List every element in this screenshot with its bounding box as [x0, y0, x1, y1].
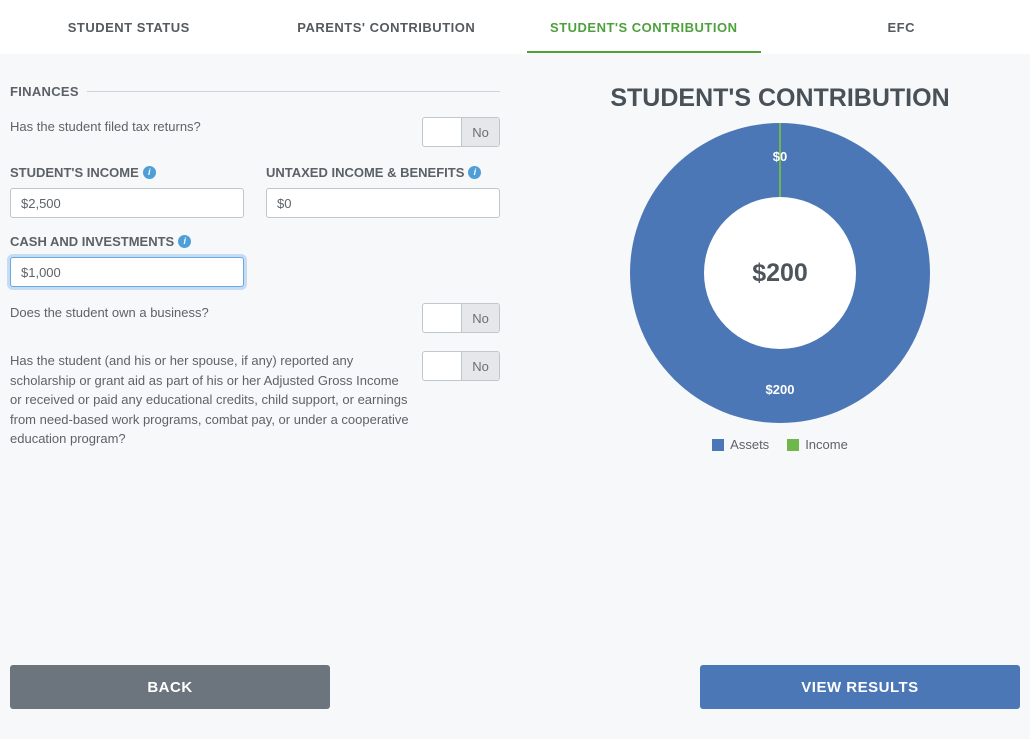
income-input[interactable] — [10, 188, 244, 218]
donut-center-value: $200 — [630, 123, 930, 423]
section-divider — [87, 91, 500, 92]
filed-returns-value: No — [461, 118, 499, 146]
info-icon[interactable]: i — [178, 235, 191, 248]
section-header: FINANCES — [10, 84, 500, 99]
legend-assets-label: Assets — [730, 437, 769, 452]
scholarship-toggle[interactable]: No — [422, 351, 500, 381]
cash-input[interactable] — [10, 257, 244, 287]
form-panel: FINANCES Has the student filed tax retur… — [0, 54, 510, 739]
info-icon[interactable]: i — [468, 166, 481, 179]
donut-chart: $0 $200 $200 — [630, 123, 930, 423]
owns-business-question: Does the student own a business? — [10, 303, 410, 323]
income-label-wrap: STUDENT'S INCOME i — [10, 165, 244, 180]
tab-bar: STUDENT STATUS PARENTS' CONTRIBUTION STU… — [0, 0, 1030, 54]
untaxed-input[interactable] — [266, 188, 500, 218]
cash-label-wrap: CASH AND INVESTMENTS i — [10, 234, 244, 249]
legend-income-label: Income — [805, 437, 848, 452]
filed-returns-question: Has the student filed tax returns? — [10, 117, 410, 137]
tab-parents-contribution[interactable]: PARENTS' CONTRIBUTION — [258, 0, 516, 53]
row-income: STUDENT'S INCOME i UNTAXED INCOME & BENE… — [10, 165, 500, 218]
legend-item-income: Income — [787, 437, 848, 452]
back-button[interactable]: BACK — [10, 665, 330, 709]
swatch-income — [787, 439, 799, 451]
tab-student-status[interactable]: STUDENT STATUS — [0, 0, 258, 53]
cash-label: CASH AND INVESTMENTS — [10, 234, 174, 249]
filed-returns-toggle[interactable]: No — [422, 117, 500, 147]
main-area: FINANCES Has the student filed tax retur… — [0, 54, 1030, 739]
row-scholarship: Has the student (and his or her spouse, … — [10, 351, 500, 449]
scholarship-question: Has the student (and his or her spouse, … — [10, 351, 410, 449]
legend-item-assets: Assets — [712, 437, 769, 452]
income-label: STUDENT'S INCOME — [10, 165, 139, 180]
view-results-button[interactable]: VIEW RESULTS — [700, 665, 1020, 709]
row-owns-business: Does the student own a business? No — [10, 303, 500, 333]
untaxed-label: UNTAXED INCOME & BENEFITS — [266, 165, 464, 180]
swatch-assets — [712, 439, 724, 451]
chart-panel: STUDENT'S CONTRIBUTION $0 $200 $200 Asse… — [510, 54, 1030, 739]
tab-efc[interactable]: EFC — [773, 0, 1030, 53]
section-title: FINANCES — [10, 84, 79, 99]
owns-business-toggle[interactable]: No — [422, 303, 500, 333]
info-icon[interactable]: i — [143, 166, 156, 179]
chart-title: STUDENT'S CONTRIBUTION — [540, 84, 1020, 113]
scholarship-value: No — [461, 352, 499, 380]
row-filed-returns: Has the student filed tax returns? No — [10, 117, 500, 147]
row-cash: CASH AND INVESTMENTS i — [10, 234, 500, 287]
untaxed-label-wrap: UNTAXED INCOME & BENEFITS i — [266, 165, 500, 180]
owns-business-value: No — [461, 304, 499, 332]
chart-legend: Assets Income — [540, 437, 1020, 452]
tab-students-contribution[interactable]: STUDENT'S CONTRIBUTION — [515, 0, 773, 53]
